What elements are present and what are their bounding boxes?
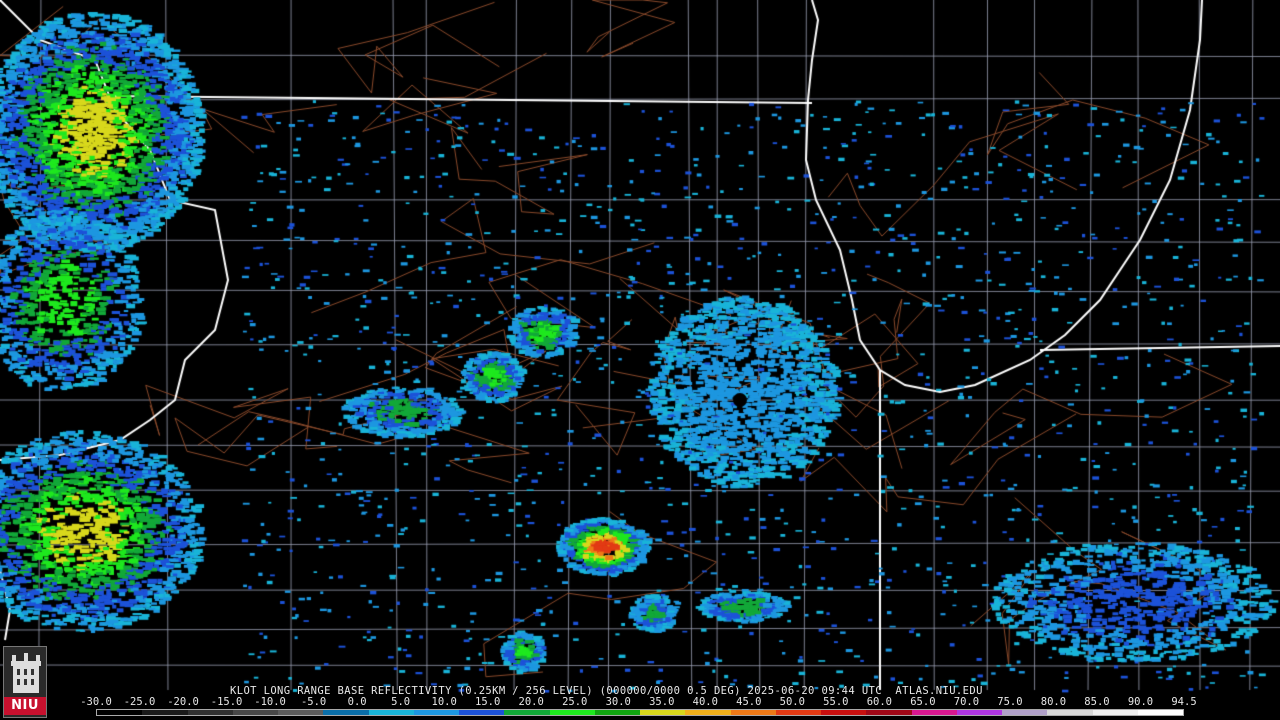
legend-scale-labels: -30.0 -25.0 -20.0 -15.0 -10.0 -5.0 0.0 5.0 10.0 1…: [80, 696, 1197, 708]
niu-logo: NIU: [3, 646, 47, 718]
legend-color-segment: [1092, 710, 1138, 715]
legend-scale-label: 75.0: [997, 696, 1023, 708]
legend-scale-label: 0.0: [347, 696, 367, 708]
legend-color-segment: [911, 710, 957, 715]
tower-icon: [11, 653, 41, 693]
legend-color-segment: [775, 710, 821, 715]
legend-scale-label: 30.0: [605, 696, 631, 708]
legend-color-segment: [187, 710, 233, 715]
legend-color-segment: [278, 710, 324, 715]
legend-color-segment: [97, 710, 143, 715]
legend-color-segment: [1002, 710, 1048, 715]
legend-scale-label: -30.0: [80, 696, 112, 708]
legend-color-segment: [368, 710, 414, 715]
legend-scale-label: -5.0: [300, 696, 327, 708]
legend-scale-label: 55.0: [823, 696, 849, 708]
legend-scale-label: 90.0: [1127, 696, 1154, 708]
legend-scale-label: 35.0: [649, 696, 675, 708]
legend-scale-label: 5.0: [391, 696, 411, 708]
legend-color-segment: [1137, 710, 1183, 715]
legend-scale-label: 80.0: [1040, 696, 1067, 708]
legend-color-segment: [640, 710, 686, 715]
legend-color-segment: [685, 710, 731, 715]
legend-color-segment: [413, 710, 459, 715]
legend-scale-label: -20.0: [167, 696, 199, 708]
legend-color-segment: [323, 710, 369, 715]
legend-color-segment: [1047, 710, 1093, 715]
legend-color-segment: [142, 710, 188, 715]
legend-color-segment: [549, 710, 595, 715]
legend-scale-label: 40.0: [692, 696, 718, 708]
legend-scale-label: 94.5: [1171, 696, 1197, 708]
legend-scale-label: 15.0: [475, 696, 501, 708]
legend-color-segment: [821, 710, 867, 715]
legend-scale-label: 50.0: [779, 696, 805, 708]
legend-scale-label: 20.0: [518, 696, 544, 708]
legend-scale-label: 70.0: [953, 696, 980, 708]
legend-scale-label: -10.0: [254, 696, 286, 708]
legend-color-segment: [866, 710, 912, 715]
logo-text: NIU: [4, 697, 46, 715]
legend-color-segment: [459, 710, 505, 715]
legend-color-segment: [232, 710, 278, 715]
legend-scale-label: 65.0: [910, 696, 936, 708]
legend-scale-label: 60.0: [866, 696, 893, 708]
legend-scale-label: 85.0: [1084, 696, 1110, 708]
legend-scale-label: -25.0: [123, 696, 156, 708]
legend-color-segment: [956, 710, 1002, 715]
legend-color-segment: [594, 710, 640, 715]
legend-scale-label: 10.0: [431, 696, 457, 708]
legend-scale-label: 45.0: [736, 696, 762, 708]
radar-map: [0, 0, 1280, 720]
legend-scale-label: -15.0: [210, 696, 243, 708]
legend-color-bar: [96, 709, 1184, 716]
legend-color-segment: [730, 710, 776, 715]
legend-color-segment: [504, 710, 550, 715]
legend-scale-label: 25.0: [562, 696, 588, 708]
